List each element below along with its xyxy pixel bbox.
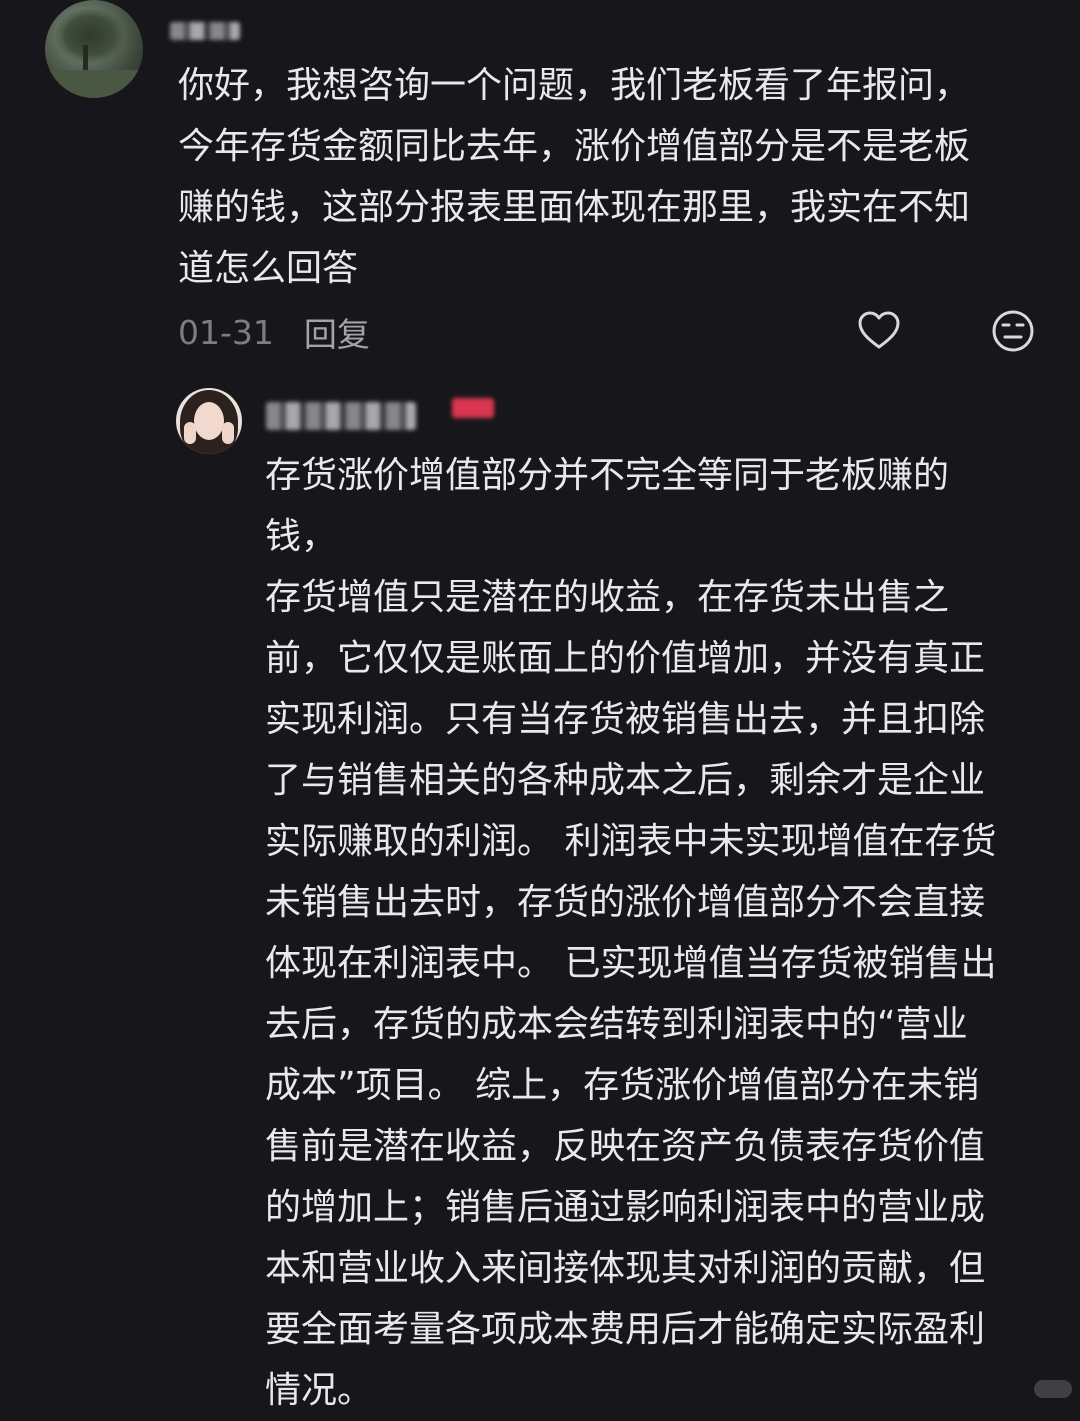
username-blurred[interactable]: [170, 22, 240, 40]
avatar-face-shape: [194, 402, 224, 440]
meh-face-icon[interactable]: [990, 308, 1036, 354]
comment-text: 你好，我想咨询一个问题，我们老板看了年报问， 今年存货金额同比去年，涨价增值部分…: [178, 65, 971, 289]
avatar-tree-shape: [55, 8, 125, 63]
avatar-hand-shape: [184, 422, 196, 444]
watermark-logo: [1034, 1380, 1072, 1398]
reply-text: 存货涨价增值部分并不完全等同于老板赚的 钱， 存货增值只是潜在的收益，在存货未出…: [265, 455, 997, 1411]
reply-avatar[interactable]: [176, 388, 242, 454]
avatar-ground-shape: [45, 70, 143, 98]
reply-username-blurred[interactable]: [266, 402, 416, 430]
author-badge: [452, 398, 494, 418]
heart-icon[interactable]: [856, 308, 902, 354]
avatar-hand-shape: [222, 422, 234, 444]
avatar[interactable]: [45, 0, 143, 98]
comment-meta: 01-31 回复: [178, 308, 370, 356]
comment-date: 01-31: [178, 312, 274, 352]
reply-button[interactable]: 回复: [304, 308, 370, 356]
